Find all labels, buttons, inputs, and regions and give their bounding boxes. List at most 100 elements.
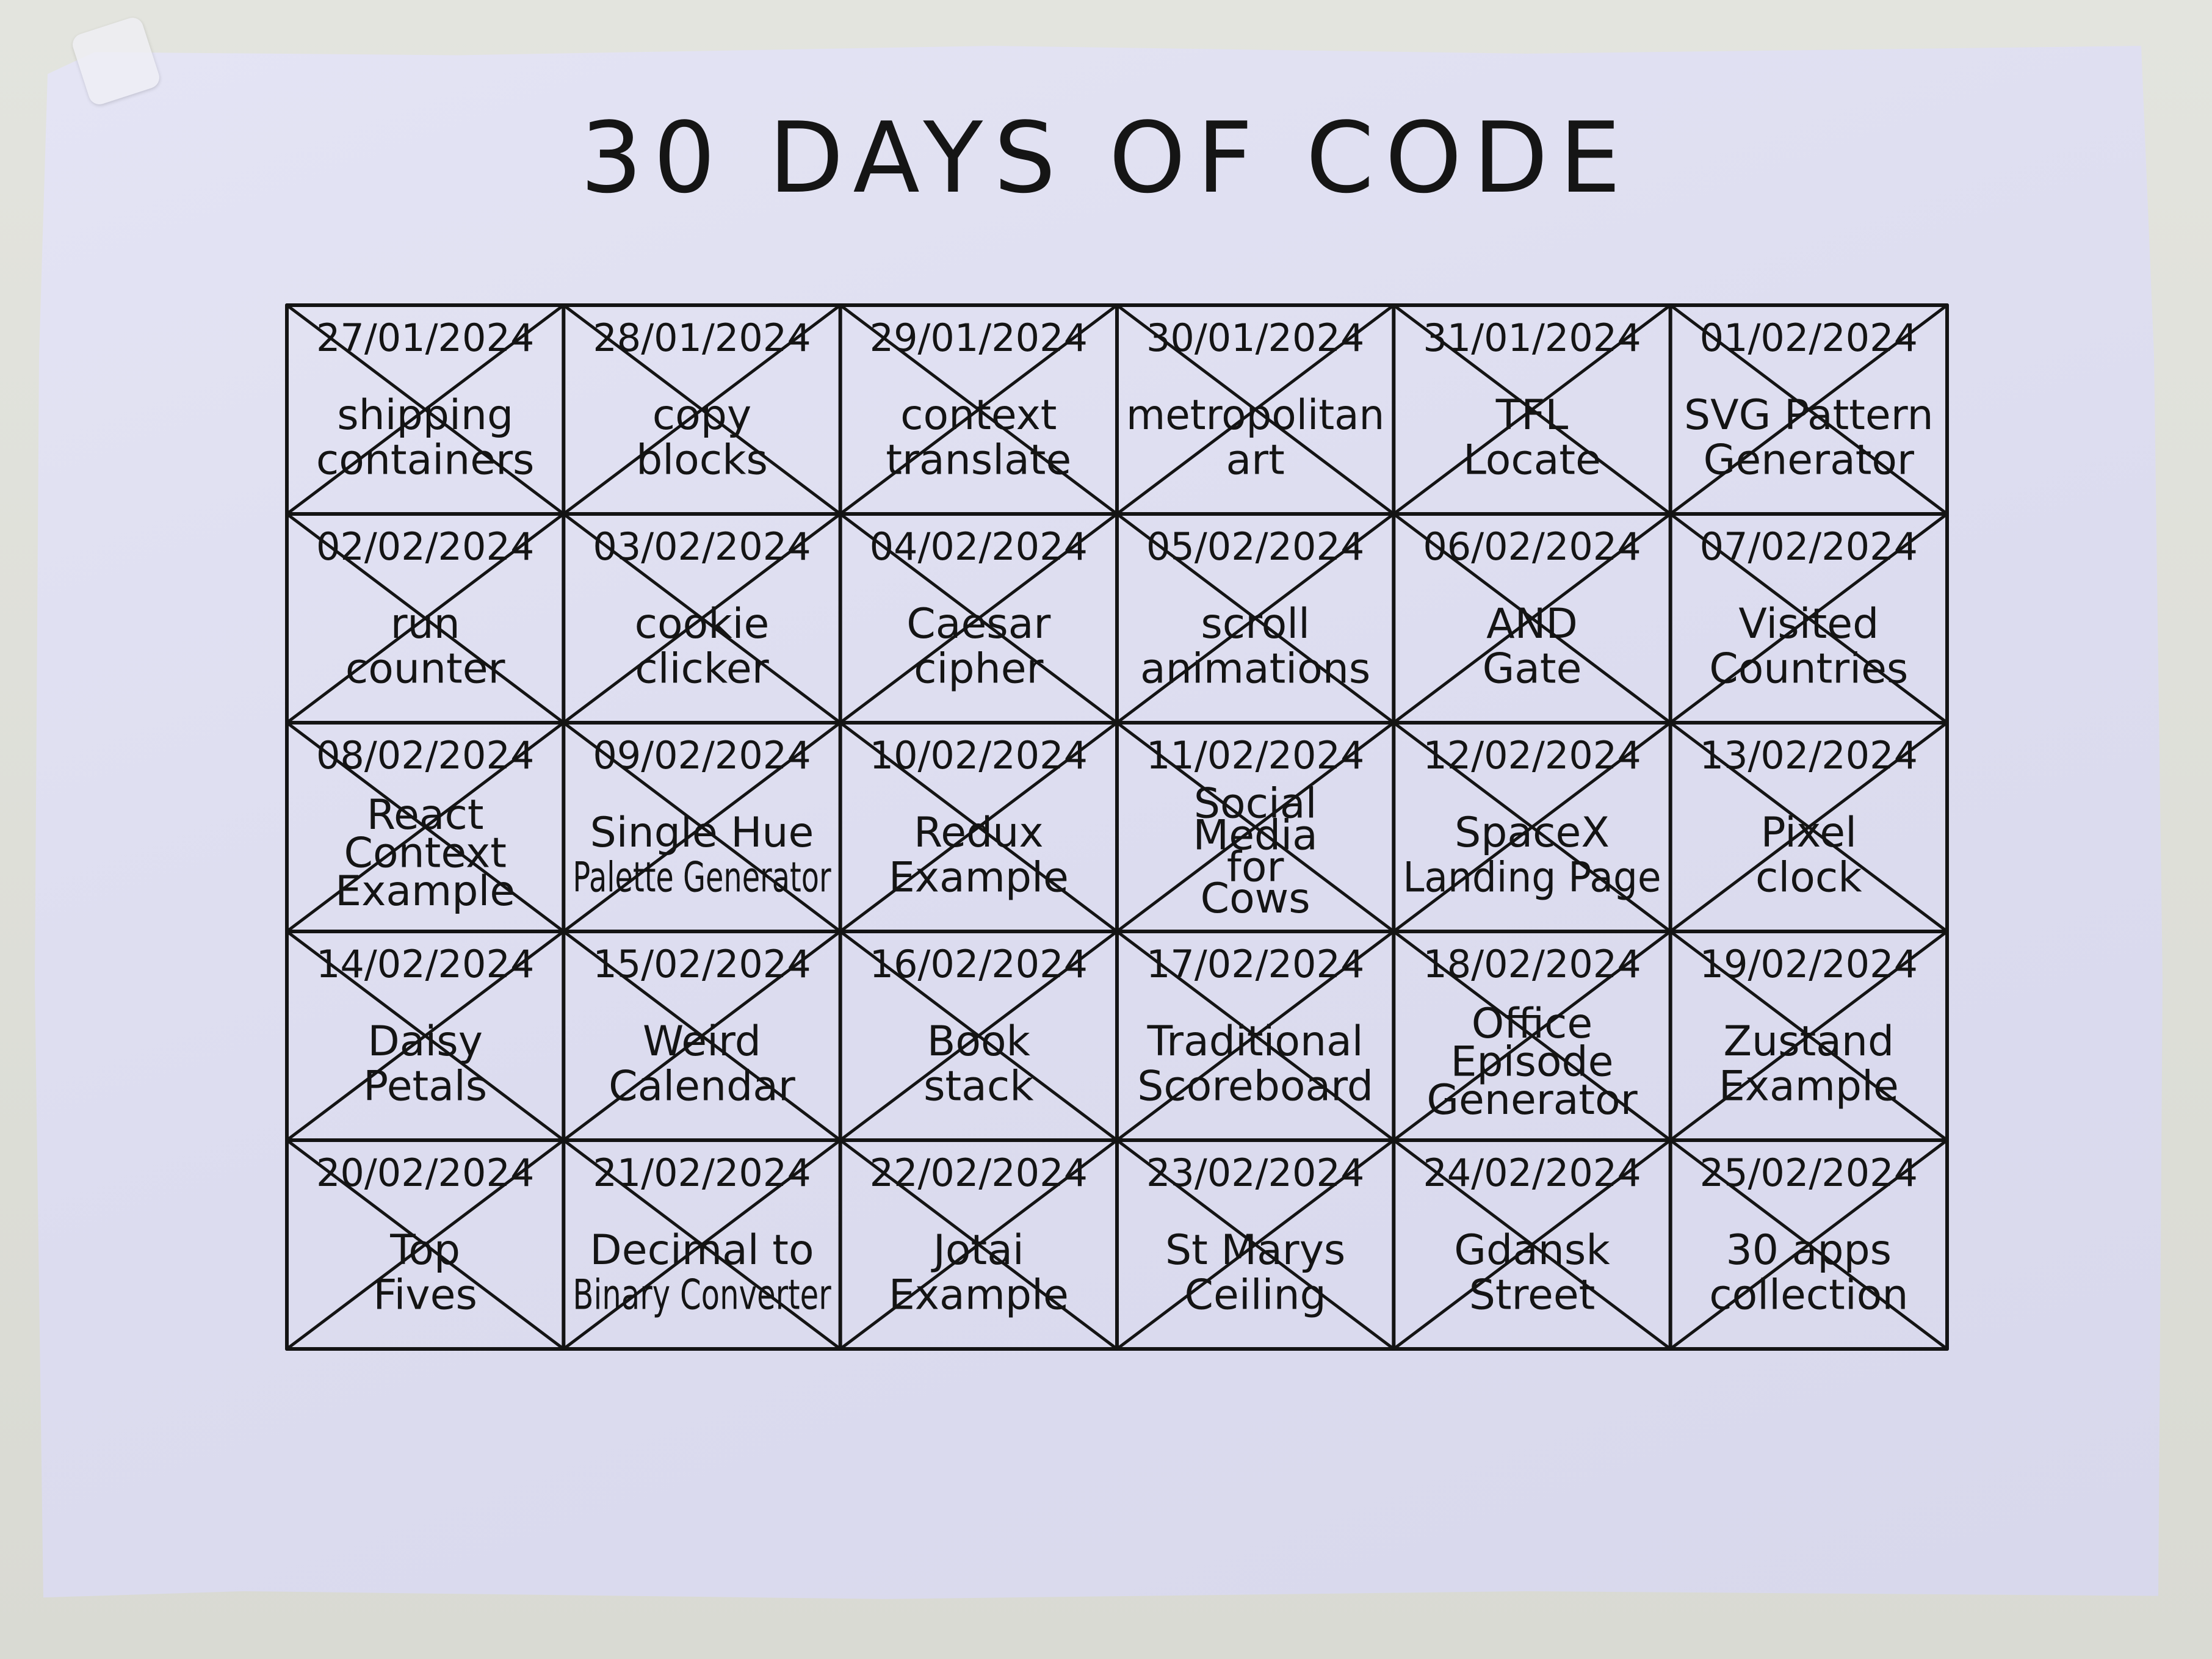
day-date: 13/02/2024	[1700, 733, 1918, 778]
day-title-line: scroll	[1201, 600, 1310, 648]
day-title-line: Jotai	[931, 1226, 1024, 1274]
day-cell: 25/02/2024 30 appscollection	[1669, 1138, 1949, 1351]
day-title-line: Calendar	[609, 1062, 795, 1110]
day-cell: 30/01/2024 metropolitanart	[1115, 303, 1395, 516]
day-cell: 02/02/2024 runcounter	[285, 512, 565, 725]
day-cell: 29/01/2024 contexttranslate	[839, 303, 1119, 516]
day-title-line: SVG Pattern	[1684, 391, 1934, 439]
day-title-line: SpaceX	[1455, 809, 1610, 857]
photo-scene: 30 DAYS OF CODE 27/01/2024 shipping contai…	[0, 0, 2212, 1659]
day-title-line: Fives	[373, 1271, 477, 1319]
day-title-line: clicker	[635, 645, 768, 693]
day-title-line: blocks	[636, 436, 768, 484]
day-date: 24/02/2024	[1423, 1151, 1641, 1195]
day-cell: 24/02/2024 GdanskStreet	[1392, 1138, 1672, 1351]
day-date: 23/02/2024	[1146, 1151, 1364, 1195]
day-date: 14/02/2024	[316, 942, 534, 986]
day-date: 11/02/2024	[1146, 733, 1364, 778]
day-title-line: Scoreboard	[1137, 1062, 1373, 1110]
day-cell: 04/02/2024 Caesarcipher	[839, 512, 1119, 725]
day-title-line: Example	[889, 853, 1069, 902]
day-title-line: Landing Page	[1403, 853, 1661, 902]
day-title-line: AND	[1486, 600, 1578, 648]
day-title-line: collection	[1709, 1271, 1908, 1319]
day-date: 10/02/2024	[870, 733, 1088, 778]
day-date: 07/02/2024	[1700, 524, 1918, 569]
day-title-line: cookie	[635, 600, 770, 648]
day-date: 08/02/2024	[316, 733, 534, 778]
day-date: 28/01/2024	[593, 316, 811, 360]
day-title-line: containers	[316, 436, 535, 484]
day-title-line: cipher	[914, 645, 1043, 693]
day-cell: 21/02/2024 Decimal toBinary Converter	[562, 1138, 842, 1351]
day-title-line: Gate	[1483, 645, 1582, 693]
day-date: 15/02/2024	[593, 942, 811, 986]
day-title-line: counter	[345, 645, 505, 693]
day-date: 27/01/2024	[316, 316, 534, 360]
day-title-line: Decimal to	[590, 1226, 814, 1274]
day-title-line: St Marys	[1165, 1226, 1345, 1274]
day-cell: 28/01/2024 copyblocks	[562, 303, 842, 516]
day-date: 16/02/2024	[870, 942, 1088, 986]
day-title-line: Countries	[1709, 645, 1908, 693]
day-date: 30/01/2024	[1146, 316, 1364, 360]
day-title-line: 30 apps	[1726, 1226, 1892, 1274]
day-title-line: clock	[1755, 853, 1862, 902]
day-title-line: Example	[1719, 1062, 1899, 1110]
day-date: 04/02/2024	[870, 524, 1088, 569]
day-title-line: context	[900, 391, 1057, 439]
day-date: 09/02/2024	[593, 733, 811, 778]
day-cell: 05/02/2024 scrollanimations	[1115, 512, 1395, 725]
day-date: 05/02/2024	[1146, 524, 1364, 569]
day-title-line: Ceiling	[1185, 1271, 1326, 1319]
day-cell: 06/02/2024 ANDGate	[1392, 512, 1672, 725]
day-title-line: Cows	[1201, 875, 1310, 923]
day-title-line: Locate	[1463, 436, 1601, 484]
day-date: 03/02/2024	[593, 524, 811, 569]
day-cell: 10/02/2024 ReduxExample	[839, 721, 1119, 933]
day-title-line: Traditional	[1147, 1017, 1364, 1066]
day-title-line: Street	[1469, 1271, 1596, 1319]
day-title-line: Zustand	[1723, 1017, 1894, 1066]
day-cell: 17/02/2024 TraditionalScoreboard	[1115, 930, 1395, 1142]
day-title-line: Weird	[643, 1017, 761, 1066]
day-cell: 08/02/2024ReactContextExample	[285, 721, 565, 933]
day-title-line: art	[1226, 436, 1285, 484]
day-cell: 09/02/2024 Single HuePalette Generator	[562, 721, 842, 933]
day-cell: 20/02/2024 TopFives	[285, 1138, 565, 1351]
day-date: 12/02/2024	[1423, 733, 1641, 778]
day-title-line: Binary Converter	[573, 1271, 831, 1319]
day-title-line: Example	[889, 1271, 1069, 1319]
day-cell: 16/02/2024 Bookstack	[839, 930, 1119, 1142]
day-title-line: Petals	[363, 1062, 487, 1110]
day-title-line: stack	[923, 1062, 1034, 1110]
day-date: 06/02/2024	[1423, 524, 1641, 569]
day-title-line: Visited	[1738, 600, 1879, 648]
day-cell: 19/02/2024 ZustandExample	[1669, 930, 1949, 1142]
day-date: 17/02/2024	[1146, 942, 1364, 986]
day-title-line: Pixel	[1761, 809, 1857, 857]
day-title-line: Example	[335, 867, 515, 916]
day-cell: 11/02/2024SocialMediaforCows	[1115, 721, 1395, 933]
day-cell: 13/02/2024 Pixelclock	[1669, 721, 1949, 933]
day-title-line: Top	[389, 1226, 460, 1274]
day-date: 01/02/2024	[1700, 316, 1918, 360]
day-cell: 03/02/2024 cookieclicker	[562, 512, 842, 725]
day-title-line: Single Hue	[590, 809, 814, 857]
day-title-line: Book	[927, 1017, 1031, 1066]
day-cell: 18/02/2024OfficeEpisodeGenerator	[1392, 930, 1672, 1142]
day-title-line: run	[391, 600, 460, 648]
day-title-line: shipping	[337, 391, 513, 439]
day-date: 25/02/2024	[1700, 1151, 1918, 1195]
calendar-grid: 27/01/2024 shippingcontainers 28/01/2024 co…	[285, 303, 1949, 1351]
day-date: 02/02/2024	[316, 524, 534, 569]
day-title-line: Generator	[1704, 436, 1914, 484]
day-date: 20/02/2024	[316, 1151, 534, 1195]
day-title-line: Daisy	[367, 1017, 483, 1066]
day-date: 21/02/2024	[593, 1151, 811, 1195]
day-title-line: Generator	[1426, 1076, 1637, 1124]
day-cell: 12/02/2024 SpaceXLanding Page	[1392, 721, 1672, 933]
day-cell: 14/02/2024 DaisyPetals	[285, 930, 565, 1142]
day-date: 31/01/2024	[1423, 316, 1641, 360]
day-title-line: Redux	[914, 809, 1044, 857]
